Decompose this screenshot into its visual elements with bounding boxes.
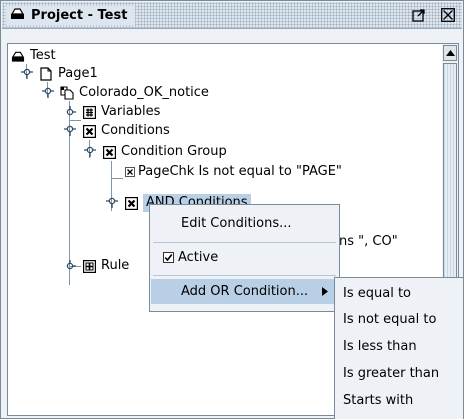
submenu-item-label: Is less than [343,338,417,354]
tree-node-label: Page1 [58,66,98,81]
menu-item-edit-conditions[interactable]: Edit Conditions... [151,211,338,236]
submenu-item-is-greater-than[interactable]: Is greater than [343,360,439,386]
tree-node-variables[interactable]: Variables [64,103,160,121]
tree-node-condition-group[interactable]: Condition Group [84,143,227,161]
maximize-icon[interactable] [411,7,427,23]
submenu-item-is-less-than[interactable]: Is less than [343,333,417,359]
document-copy-icon [60,86,74,100]
submenu-arrow-icon [322,287,328,296]
menu-separator [153,242,336,243]
panel-title-area: Project - Test [6,6,136,25]
tree-node-label: Condition Group [121,144,227,159]
conditions-icon [82,124,96,138]
variables-icon [82,105,96,119]
submenu-item-is-equal-to[interactable]: Is equal to [343,280,411,306]
rules-icon [82,259,96,273]
collapsed-toggle-icon[interactable] [64,259,76,273]
page-icon [39,67,53,81]
tree-node-rules[interactable]: Rule [64,257,129,275]
tree-node-label: Variables [101,104,161,119]
project-icon [10,7,25,24]
collapsed-toggle-icon[interactable] [64,105,76,119]
submenu-item-label: Is not equal to [343,311,437,327]
tree-node-pagechk-condition[interactable]: PageChk Is not equal to "PAGE" [125,163,342,181]
submenu-item-is-not-equal-to[interactable]: Is not equal to [343,306,436,332]
expanded-toggle-icon[interactable] [84,145,96,159]
submenu-item-label: Starts with [343,392,414,408]
scroll-up-button[interactable] [443,45,457,61]
menu-item-label: Add OR Condition... [181,284,309,299]
menu-item-label: Active [178,250,219,265]
expanded-toggle-icon[interactable] [21,67,33,81]
expanded-toggle-icon[interactable] [106,196,118,210]
tree-node-label: Colorado_OK_notice [79,85,209,100]
condition-group-icon [102,145,116,159]
menu-separator [153,275,336,276]
close-icon[interactable] [440,7,456,23]
and-conditions-icon [124,196,138,210]
panel-title: Project - Test [31,8,128,23]
tree-node-label: PageChk Is not equal to "PAGE" [138,164,342,179]
add-or-condition-submenu: Is equal to Is not equal to Is less than… [334,277,464,419]
menu-item-active[interactable]: Active [151,245,338,270]
tree-node-partial-condition[interactable]: ns ", CO" [339,233,398,251]
menu-item-add-or-condition[interactable]: Add OR Condition... [151,279,338,304]
tree-node-label: Test [30,48,56,63]
tree-node-label: Rule [101,258,130,273]
expanded-toggle-icon[interactable] [42,86,54,100]
tree-node-test[interactable]: Test [11,47,56,65]
submenu-item-starts-with[interactable]: Starts with [343,387,413,413]
expanded-toggle-icon[interactable] [64,124,76,138]
checkbox-checked-icon [163,252,174,263]
tree-node-colorado-ok-notice[interactable]: Colorado_OK_notice [42,84,209,102]
condition-icon [125,165,135,179]
submenu-item-label: Is equal to [343,285,411,301]
tree-node-label: ns ", CO" [339,234,398,249]
menu-item-label: Edit Conditions... [181,216,292,231]
tree-node-label: Conditions [101,123,170,138]
project-icon [11,49,25,63]
submenu-item-label: Is greater than [343,365,440,381]
panel-titlebar[interactable]: Project - Test [2,2,462,29]
tree-node-conditions[interactable]: Conditions [64,122,170,140]
tree-node-page1[interactable]: Page1 [21,65,98,83]
context-menu: Edit Conditions... Active Add OR Conditi… [149,204,340,312]
